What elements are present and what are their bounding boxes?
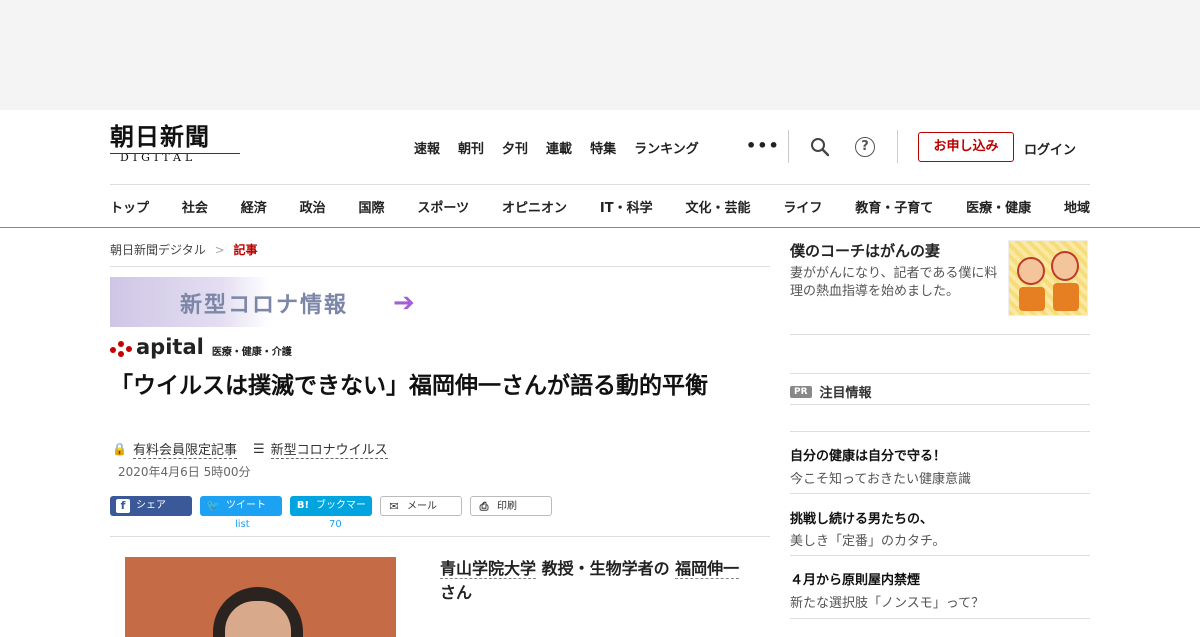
site-header: 朝日新聞 DIGITAL 速報 朝刊 夕刊 連載 特集 ランキング ••• ? … xyxy=(0,110,1200,228)
pr-item-title[interactable]: 自分の健康は自分で守る！ xyxy=(790,445,946,464)
arrow-right-icon: ➔ xyxy=(393,288,415,318)
logo-underline xyxy=(110,153,240,156)
hatena-bookmark-button[interactable]: B! ブックマーク xyxy=(290,496,372,531)
sidebar-rule xyxy=(790,555,1090,556)
article-meta: 🔒 有料会員限定記事 ☰ 新型コロナウイルス xyxy=(112,439,388,459)
photo-caption: 青山学院大学 教授・生物学者の 福岡伸一 さん xyxy=(440,557,750,605)
top-nav-item-yukan[interactable]: 夕刊 xyxy=(502,138,528,157)
category-health[interactable]: 医療・健康 xyxy=(966,197,1031,216)
article-date: 2020年4月6日 5時00分 xyxy=(118,465,251,479)
caption-name-link[interactable]: 福岡伸一 xyxy=(675,559,740,579)
breadcrumb-separator: > xyxy=(214,243,225,257)
corona-info-banner[interactable]: 新型コロナ情報 ➔ xyxy=(110,277,440,327)
banner-text: 新型コロナ情報 xyxy=(180,293,349,318)
twitter-icon: 🐦 xyxy=(206,499,220,512)
breadcrumb-current: 記事 xyxy=(233,243,258,257)
pr-badge: PR xyxy=(790,385,812,398)
members-only-link[interactable]: 有料会員限定記事 xyxy=(132,439,237,459)
header-divider xyxy=(897,130,898,163)
category-politics[interactable]: 政治 xyxy=(300,197,326,216)
print-label: 印刷 xyxy=(497,501,517,512)
facebook-share-label: シェア xyxy=(136,500,166,511)
logo-main-text: 朝日新聞 xyxy=(110,122,210,151)
mail-share-label: メール xyxy=(407,501,437,512)
pr-header: PR 注目情報 xyxy=(790,382,872,401)
feature-title[interactable]: 僕のコーチはがんの妻 xyxy=(790,240,940,261)
caption-affiliation-link[interactable]: 青山学院大学 xyxy=(440,559,537,579)
apital-section-label[interactable]: apital 医療・健康・介護 xyxy=(110,336,292,358)
top-nav-item-ranking[interactable]: ランキング xyxy=(634,138,699,157)
apital-logo: apital xyxy=(136,335,204,359)
caption-role: 教授・生物学者の xyxy=(536,559,676,578)
twitter-share-button[interactable]: 🐦 ツイート xyxy=(200,496,282,516)
login-link[interactable]: ログイン xyxy=(1024,139,1076,158)
twitter-share-label: ツイート xyxy=(226,500,266,511)
apital-dots-icon xyxy=(110,338,132,358)
print-button[interactable]: ⎙ 印刷 xyxy=(470,496,552,516)
sidebar-rule xyxy=(790,618,1090,619)
list-icon: ☰ xyxy=(252,441,265,457)
breadcrumb: 朝日新聞デジタル > 記事 xyxy=(110,241,258,258)
category-sports[interactable]: スポーツ xyxy=(417,197,469,216)
breadcrumb-rule xyxy=(110,266,770,267)
twitter-count[interactable]: list xyxy=(235,519,250,530)
pr-item-title[interactable]: ４月から原則屋内禁煙 xyxy=(790,569,920,588)
category-opinion[interactable]: オピニオン xyxy=(502,197,567,216)
mail-icon: ✉ xyxy=(389,500,399,513)
share-bar: f シェア 🐦 ツイート B! ブックマーク ✉ メール ⎙ 印刷 xyxy=(110,496,560,531)
help-icon[interactable]: ? xyxy=(855,137,875,157)
hatena-count[interactable]: 70 xyxy=(329,519,342,530)
top-nav-item-sokuho[interactable]: 速報 xyxy=(414,138,440,157)
header-rule xyxy=(110,184,1090,185)
sidebar-rule xyxy=(790,493,1090,494)
top-nav: 速報 朝刊 夕刊 連載 特集 ランキング xyxy=(414,138,717,157)
article-title: 「ウイルスは撲滅できない」福岡伸一さんが語る動的平衡 xyxy=(110,373,708,399)
category-society[interactable]: 社会 xyxy=(182,197,208,216)
facebook-icon: f xyxy=(116,499,130,513)
category-nav: トップ 社会 経済 政治 国際 スポーツ オピニオン IT・科学 文化・芸能 ラ… xyxy=(110,197,1090,216)
category-education[interactable]: 教育・子育て xyxy=(855,197,933,216)
feature-illustration[interactable] xyxy=(1008,240,1088,316)
caption-suffix: さん xyxy=(440,583,473,602)
top-nav-item-tokushu[interactable]: 特集 xyxy=(590,138,616,157)
search-icon[interactable] xyxy=(810,137,830,157)
pr-item-subtitle[interactable]: 今こそ知っておきたい健康意識 xyxy=(790,468,971,487)
category-culture[interactable]: 文化・芸能 xyxy=(685,197,750,216)
category-it-science[interactable]: IT・科学 xyxy=(600,197,653,216)
hatena-bookmark-label: ブックマーク xyxy=(316,500,366,531)
category-top[interactable]: トップ xyxy=(110,197,149,216)
sidebar-rule xyxy=(790,404,1090,405)
category-region[interactable]: 地域 xyxy=(1064,197,1090,216)
share-rule xyxy=(110,536,770,537)
site-logo[interactable]: 朝日新聞 DIGITAL xyxy=(110,123,242,164)
signup-button[interactable]: お申し込み xyxy=(918,132,1014,162)
article-photo xyxy=(125,557,396,637)
category-international[interactable]: 国際 xyxy=(359,197,385,216)
pr-item-subtitle[interactable]: 美しき「定番」のカタチ。 xyxy=(790,530,945,549)
header-divider xyxy=(788,130,789,163)
top-nav-item-choukan[interactable]: 朝刊 xyxy=(458,138,484,157)
pr-item-title[interactable]: 挑戦し続ける男たちの、 xyxy=(790,508,933,527)
sidebar-rule xyxy=(790,373,1090,374)
apital-tagline: 医療・健康・介護 xyxy=(211,347,292,358)
lock-icon: 🔒 xyxy=(112,442,127,456)
print-icon: ⎙ xyxy=(479,500,489,513)
category-economy[interactable]: 経済 xyxy=(241,197,267,216)
feature-description[interactable]: 妻ががんになり、記者である僕に料理の熱血指導を始めました。 xyxy=(790,265,1005,301)
hatena-icon: B! xyxy=(296,500,310,511)
more-menu-icon[interactable]: ••• xyxy=(746,136,780,155)
facebook-share-button[interactable]: f シェア xyxy=(110,496,192,516)
sidebar-rule xyxy=(790,431,1090,432)
sidebar-rule xyxy=(790,334,1090,335)
pr-label: 注目情報 xyxy=(819,386,872,401)
top-ad-area xyxy=(0,0,1200,110)
category-life[interactable]: ライフ xyxy=(783,197,822,216)
top-nav-item-rensai[interactable]: 連載 xyxy=(546,138,572,157)
mail-share-button[interactable]: ✉ メール xyxy=(380,496,462,516)
pr-item-subtitle[interactable]: 新たな選択肢「ノンスモ」って？ xyxy=(790,592,984,611)
breadcrumb-home[interactable]: 朝日新聞デジタル xyxy=(110,243,206,257)
topic-link[interactable]: 新型コロナウイルス xyxy=(270,439,388,459)
